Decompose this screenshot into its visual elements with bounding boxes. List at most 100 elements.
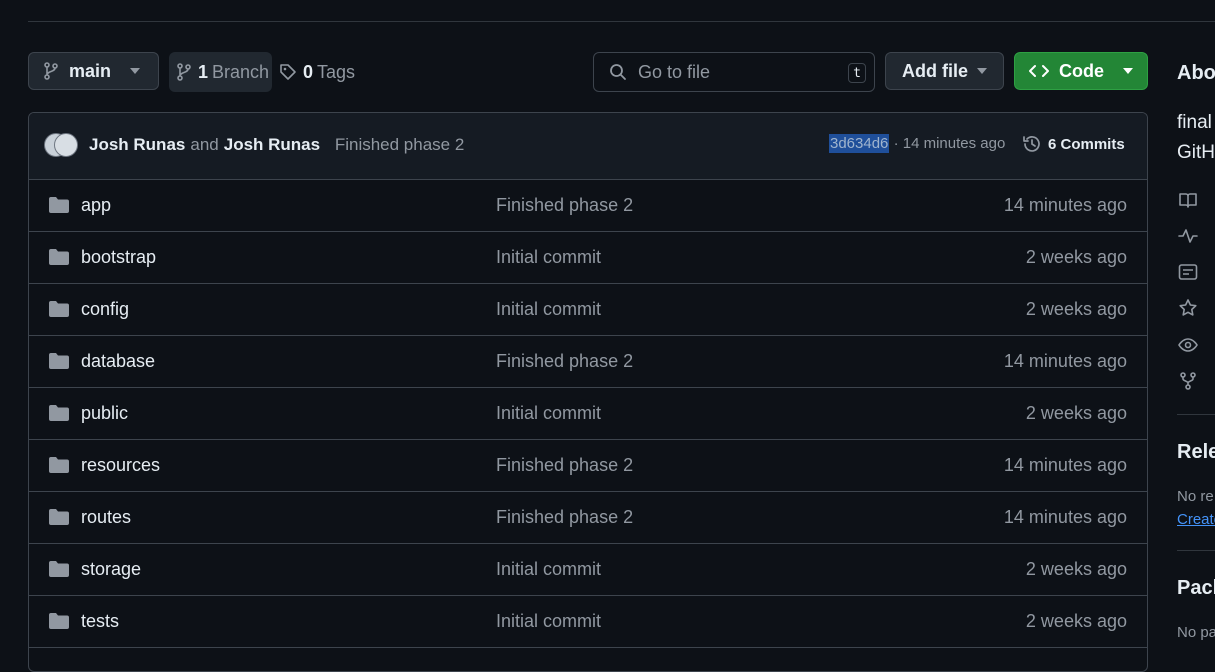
file-name-link[interactable]: storage [81, 559, 141, 580]
commit-age: 14 minutes ago [1003, 195, 1127, 215]
table-row[interactable]: tests Initial commit 2 weeks ago [29, 596, 1147, 648]
file-name-link[interactable]: public [81, 403, 128, 424]
keyboard-shortcut: t [848, 63, 866, 83]
branch-count: 1 [198, 61, 209, 82]
commit-age: 14 minutes ago [1003, 351, 1127, 371]
file-name-link[interactable]: routes [81, 507, 131, 528]
commit-message-link[interactable]: Initial commit [496, 299, 601, 320]
tags-link[interactable]: 0 Tags [279, 52, 355, 92]
about-heading: Abo [1177, 62, 1215, 84]
repo-description-line2: GitH [1177, 142, 1215, 163]
commit-message-link[interactable]: Finished phase 2 [496, 507, 633, 528]
author-link[interactable]: Josh Runas [224, 135, 320, 154]
commit-age: 2 weeks ago [1025, 403, 1127, 423]
table-row[interactable]: resources Finished phase 2 14 minutes ago [29, 440, 1147, 492]
sidebar-divider [1177, 550, 1215, 551]
branch-name: main [69, 60, 112, 81]
commit-message-link[interactable]: Initial commit [496, 559, 601, 580]
commits-history-link[interactable]: 6 Commits [1022, 134, 1125, 154]
chevron-down-icon [977, 68, 987, 74]
folder-icon [48, 352, 70, 375]
book-icon[interactable] [1178, 190, 1198, 210]
commit-age: 2 weeks ago [1025, 611, 1127, 631]
git-branch-icon [177, 63, 191, 81]
branch-label: Branch [212, 61, 270, 82]
table-row[interactable]: public Initial commit 2 weeks ago [29, 388, 1147, 440]
header-divider [28, 21, 1215, 22]
latest-commit-bar: Josh Runas and Josh Runas Finished phase 2… [29, 113, 1147, 180]
chevron-down-icon [130, 68, 140, 74]
folder-icon [48, 300, 70, 323]
folder-icon [48, 508, 70, 531]
search-placeholder: Go to file [638, 61, 711, 82]
releases-empty-text: No re [1177, 488, 1214, 505]
commit-message-link[interactable]: Initial commit [496, 403, 601, 424]
commit-sha[interactable]: 3d634d6 [829, 134, 890, 153]
avatar-group[interactable] [44, 133, 80, 159]
author-link[interactable]: Josh Runas [89, 135, 185, 154]
branch-selector-button[interactable]: main [28, 52, 159, 90]
code-icon [1029, 65, 1049, 77]
commit-message-link[interactable]: Initial commit [496, 611, 601, 632]
folder-icon [48, 456, 70, 479]
note-icon[interactable] [1178, 262, 1198, 282]
chevron-down-icon [1123, 68, 1133, 74]
file-name-link[interactable]: resources [81, 455, 160, 476]
sidebar-divider [1177, 414, 1215, 415]
folder-icon [48, 248, 70, 271]
add-file-label: Add file [902, 60, 968, 81]
commit-age: 2 weeks ago [1025, 299, 1127, 319]
file-name-link[interactable]: database [81, 351, 155, 372]
commit-message-link[interactable]: Initial commit [496, 247, 601, 268]
pulse-icon[interactable] [1178, 226, 1198, 246]
commit-age: 2 weeks ago [1025, 247, 1127, 267]
packages-heading[interactable]: Pack [1177, 577, 1215, 600]
commit-message-link[interactable]: Finished phase 2 [496, 455, 633, 476]
commit-age: 14 minutes ago [1003, 455, 1127, 475]
folder-icon [48, 404, 70, 427]
commits-count: 6 Commits [1048, 135, 1125, 153]
file-name-link[interactable]: bootstrap [81, 247, 156, 268]
authors-conjunction: and [190, 135, 219, 154]
table-row[interactable]: config Initial commit 2 weeks ago [29, 284, 1147, 336]
folder-icon [48, 612, 70, 635]
fork-icon[interactable] [1178, 371, 1198, 391]
commit-message-link[interactable]: Finished phase 2 [496, 195, 633, 216]
add-file-button[interactable]: Add file [885, 52, 1004, 90]
table-row[interactable]: routes Finished phase 2 14 minutes ago [29, 492, 1147, 544]
tag-count: 0 [303, 61, 314, 82]
history-icon [1023, 136, 1040, 152]
table-row[interactable]: bootstrap Initial commit 2 weeks ago [29, 232, 1147, 284]
go-to-file-input[interactable]: Go to file t [593, 52, 875, 92]
folder-icon [48, 560, 70, 583]
packages-empty-text: No pa [1177, 624, 1215, 641]
releases-heading[interactable]: Rele [1177, 441, 1215, 464]
star-icon[interactable] [1178, 298, 1198, 318]
branches-link[interactable]: 1 Branch [169, 52, 272, 92]
file-name-link[interactable]: tests [81, 611, 119, 632]
code-button[interactable]: Code [1014, 52, 1148, 90]
tag-label: Tags [317, 61, 356, 82]
table-row[interactable]: app Finished phase 2 14 minutes ago [29, 180, 1147, 232]
search-icon [610, 64, 626, 80]
commit-age: 2 weeks ago [1025, 559, 1127, 579]
file-table: Josh Runas and Josh Runas Finished phase 2… [28, 112, 1148, 672]
table-row[interactable]: database Finished phase 2 14 minutes ago [29, 336, 1147, 388]
commit-time: · 14 minutes ago [893, 135, 1006, 152]
commit-message-link[interactable]: Finished phase 2 [496, 351, 633, 372]
commit-age: 14 minutes ago [1003, 507, 1127, 527]
file-name-link[interactable]: app [81, 195, 111, 216]
avatar[interactable] [54, 133, 78, 157]
repo-description: final [1177, 112, 1212, 133]
commit-authors: Josh Runas and Josh Runas Finished phase 2 [89, 135, 464, 155]
commit-message[interactable]: Finished phase 2 [335, 135, 464, 154]
create-release-link[interactable]: Create [1177, 511, 1215, 528]
code-label: Code [1059, 60, 1104, 81]
eye-icon[interactable] [1178, 335, 1198, 355]
tag-icon [280, 64, 296, 80]
table-row[interactable]: storage Initial commit 2 weeks ago [29, 544, 1147, 596]
commit-info: 3d634d6 · 14 minutes ago [829, 134, 1006, 153]
folder-icon [48, 196, 70, 219]
git-branch-icon [44, 62, 58, 80]
file-name-link[interactable]: config [81, 299, 129, 320]
